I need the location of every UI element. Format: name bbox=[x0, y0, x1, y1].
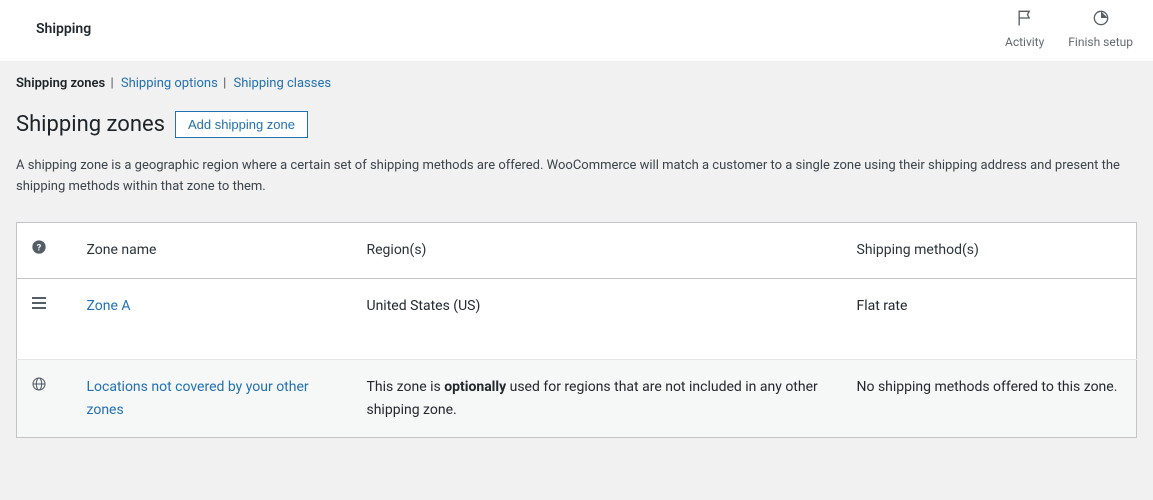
table-row: Locations not covered by your other zone… bbox=[17, 360, 1137, 438]
zone-name-cell: Zone A bbox=[73, 278, 353, 359]
subnav-separator: | bbox=[110, 76, 113, 91]
header-zone-name: Zone name bbox=[73, 222, 353, 278]
default-zone-name-cell: Locations not covered by your other zone… bbox=[73, 360, 353, 438]
zone-name-link[interactable]: Zone A bbox=[87, 298, 131, 314]
section-description: A shipping zone is a geographic region w… bbox=[16, 156, 1137, 198]
add-shipping-zone-button[interactable]: Add shipping zone bbox=[175, 111, 308, 138]
header-region: Region(s) bbox=[353, 222, 843, 278]
page-title: Shipping bbox=[36, 21, 91, 37]
header-method: Shipping method(s) bbox=[843, 222, 1137, 278]
subnav: Shipping zones | Shipping options | Ship… bbox=[16, 76, 1137, 91]
tab-shipping-classes[interactable]: Shipping classes bbox=[233, 76, 331, 91]
activity-button[interactable]: Activity bbox=[1005, 8, 1044, 49]
globe-icon bbox=[31, 380, 47, 396]
region-text-prefix: This zone is bbox=[367, 379, 445, 395]
top-actions: Activity Finish setup bbox=[1005, 8, 1133, 49]
top-bar: Shipping Activity Finish setup bbox=[0, 0, 1153, 62]
default-zone-region-cell: This zone is optionally used for regions… bbox=[353, 360, 843, 438]
pie-icon bbox=[1091, 8, 1111, 31]
region-text-bold: optionally bbox=[444, 379, 506, 395]
subnav-separator: | bbox=[223, 76, 226, 91]
zone-region-cell: United States (US) bbox=[353, 278, 843, 359]
help-icon[interactable]: ? bbox=[31, 243, 47, 259]
flag-icon bbox=[1015, 8, 1035, 31]
shipping-zones-table: ? Zone name Region(s) Shipping method(s)… bbox=[16, 222, 1137, 439]
zone-method-cell: Flat rate bbox=[843, 278, 1137, 359]
tab-shipping-zones[interactable]: Shipping zones bbox=[16, 76, 105, 91]
heading-row: Shipping zones Add shipping zone bbox=[16, 111, 1137, 138]
svg-text:?: ? bbox=[37, 242, 42, 253]
default-zone-method-cell: No shipping methods offered to this zone… bbox=[843, 360, 1137, 438]
header-help: ? bbox=[17, 222, 73, 278]
table-header-row: ? Zone name Region(s) Shipping method(s) bbox=[17, 222, 1137, 278]
default-zone-link[interactable]: Locations not covered by your other zone… bbox=[87, 379, 309, 417]
content-area: Shipping zones | Shipping options | Ship… bbox=[0, 62, 1153, 452]
finish-setup-label: Finish setup bbox=[1068, 35, 1133, 49]
drag-handle-icon[interactable] bbox=[31, 298, 47, 314]
section-heading: Shipping zones bbox=[16, 112, 165, 137]
tab-shipping-options[interactable]: Shipping options bbox=[121, 76, 218, 91]
globe-cell bbox=[17, 360, 73, 438]
drag-handle-cell bbox=[17, 278, 73, 359]
table-row: Zone A United States (US) Flat rate bbox=[17, 278, 1137, 359]
activity-label: Activity bbox=[1005, 35, 1044, 49]
finish-setup-button[interactable]: Finish setup bbox=[1068, 8, 1133, 49]
